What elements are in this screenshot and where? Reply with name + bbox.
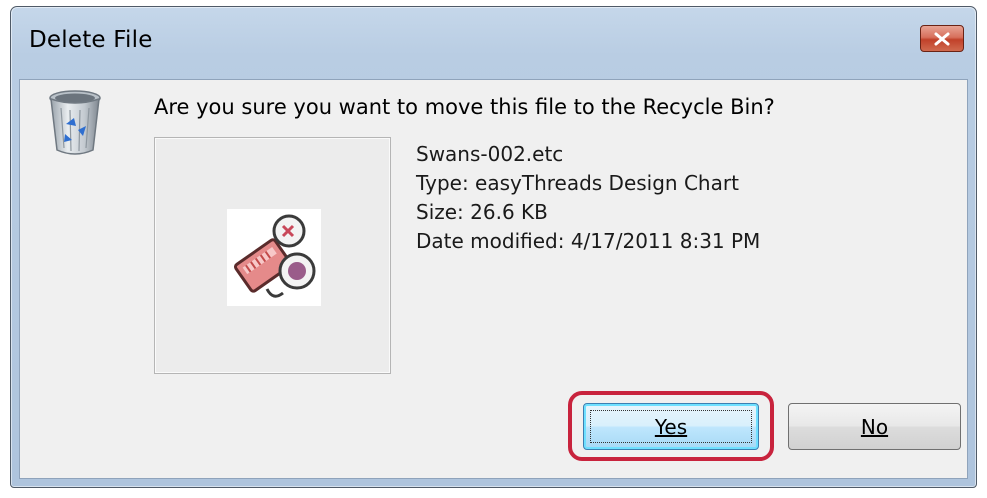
easythreads-file-icon xyxy=(227,209,321,306)
file-type: Type: easyThreads Design Chart xyxy=(416,171,739,195)
close-icon xyxy=(934,32,950,45)
dialog-content: Are you sure you want to move this file … xyxy=(19,79,968,479)
confirmation-question: Are you sure you want to move this file … xyxy=(154,95,775,119)
title-bar[interactable]: Delete File xyxy=(11,7,976,79)
file-details: Swans-002.etc Type: easyThreads Design C… xyxy=(416,140,760,256)
focus-rectangle xyxy=(590,410,752,443)
close-button[interactable] xyxy=(920,25,964,52)
yes-button[interactable]: Yes xyxy=(583,403,759,450)
recycle-bin-icon xyxy=(49,90,101,155)
window-title: Delete File xyxy=(29,27,153,53)
no-button[interactable]: No xyxy=(788,403,961,450)
file-size: Size: 26.6 KB xyxy=(416,200,548,224)
no-button-label: No xyxy=(860,414,889,439)
file-name: Swans-002.etc xyxy=(416,142,564,166)
file-date-modified: Date modified: 4/17/2011 8:31 PM xyxy=(416,229,761,253)
delete-file-dialog: Delete File Are you sure you want to mov… xyxy=(10,6,977,488)
file-thumbnail xyxy=(154,137,391,374)
